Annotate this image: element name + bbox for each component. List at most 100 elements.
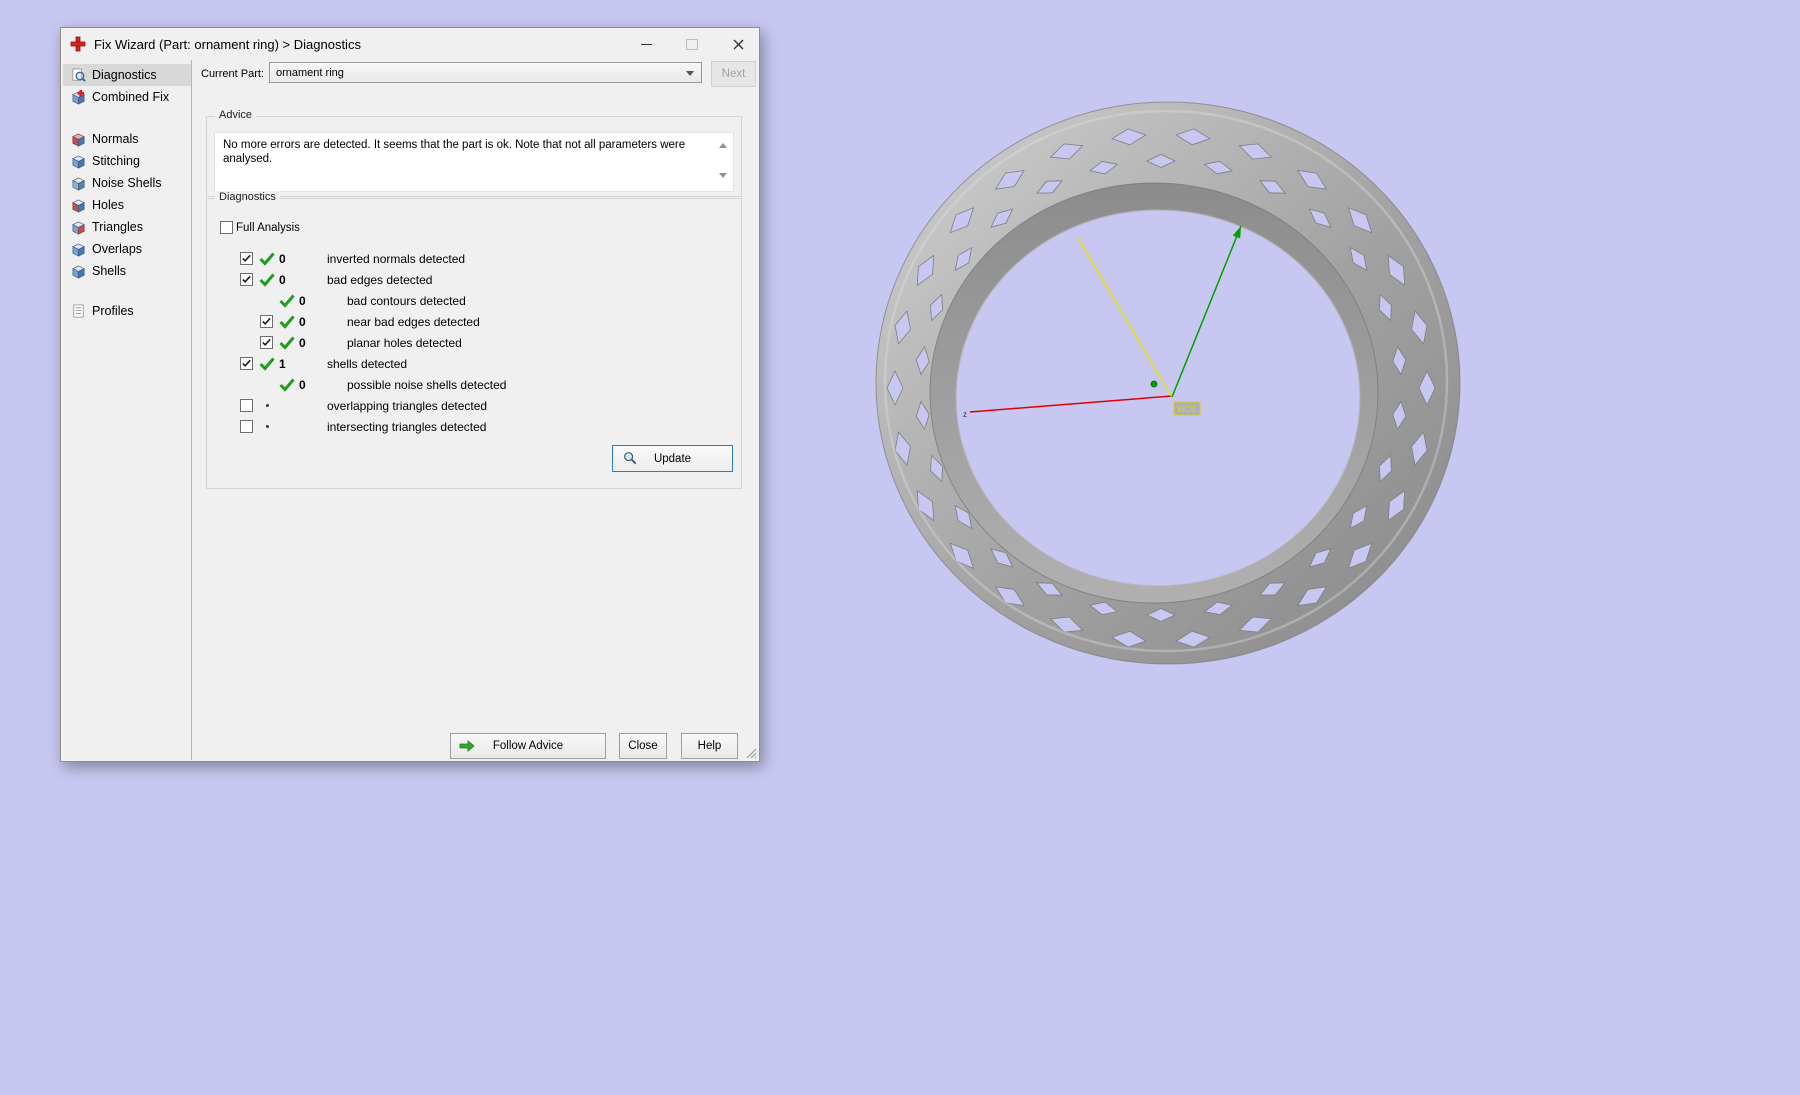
row-checkbox[interactable] bbox=[240, 273, 253, 286]
row-checkbox[interactable] bbox=[240, 357, 253, 370]
diag-row-near-bad-edges: 0 near bad edges detected bbox=[240, 311, 660, 332]
row-count: 0 bbox=[299, 293, 306, 308]
sidebar-item-triangles[interactable]: Triangles bbox=[63, 216, 191, 238]
follow-advice-button[interactable]: Follow Advice bbox=[450, 733, 606, 759]
hole-rim bbox=[955, 209, 1361, 587]
axis-y-yellow bbox=[1077, 237, 1173, 398]
cube-icon bbox=[72, 198, 85, 213]
sidebar-item-overlaps[interactable]: Overlaps bbox=[63, 238, 191, 260]
sidebar-item-diagnostics[interactable]: Diagnostics bbox=[63, 64, 191, 86]
row-label: overlapping triangles detected bbox=[327, 398, 488, 413]
sidebar-item-label: Holes bbox=[92, 198, 124, 212]
next-button[interactable]: Next bbox=[711, 61, 756, 87]
status-pending-dot-icon bbox=[259, 419, 275, 434]
checkbox-check-icon bbox=[262, 338, 271, 346]
diag-row-planar-holes: 0 planar holes detected bbox=[240, 332, 660, 353]
sidebar-item-label: Shells bbox=[92, 264, 127, 278]
status-ok-check-icon bbox=[279, 377, 295, 392]
scroll-up-icon[interactable] bbox=[719, 143, 727, 148]
sidebar: Diagnostics Combined Fix Normals Stitchi… bbox=[63, 62, 191, 759]
full-analysis-checkbox[interactable] bbox=[220, 221, 233, 234]
help-label: Help bbox=[697, 740, 722, 752]
fix-wizard-dialog: Fix Wizard (Part: ornament ring) > Diagn… bbox=[60, 27, 760, 762]
scroll-down-icon[interactable] bbox=[719, 173, 727, 178]
wcs-label: WCS bbox=[1177, 405, 1196, 414]
update-button[interactable]: Update bbox=[612, 445, 733, 472]
cube-icon bbox=[72, 220, 85, 235]
row-label: possible noise shells detected bbox=[347, 377, 507, 392]
sidebar-item-shells[interactable]: Shells bbox=[63, 260, 191, 282]
maximize-button[interactable] bbox=[677, 32, 707, 56]
row-checkbox[interactable] bbox=[260, 315, 273, 328]
sidebar-item-label: Stitching bbox=[92, 154, 140, 168]
sidebar-item-stitching[interactable]: Stitching bbox=[63, 150, 191, 172]
checkbox-placeholder bbox=[260, 294, 273, 307]
row-label: inverted normals detected bbox=[327, 251, 466, 266]
axis-z-green bbox=[1171, 225, 1242, 398]
checkbox-placeholder bbox=[260, 378, 273, 391]
sidebar-item-combined-fix[interactable]: Combined Fix bbox=[63, 86, 191, 108]
titlebar[interactable]: Fix Wizard (Part: ornament ring) > Diagn… bbox=[61, 28, 759, 60]
advice-text-area[interactable]: No more errors are detected. It seems th… bbox=[214, 132, 734, 192]
row-label: bad edges detected bbox=[327, 272, 433, 287]
diag-row-bad-edges: 0 bad edges detected bbox=[240, 269, 660, 290]
row-count: 0 bbox=[279, 251, 286, 266]
sidebar-item-noise-shells[interactable]: Noise Shells bbox=[63, 172, 191, 194]
minimize-button[interactable] bbox=[631, 32, 661, 56]
fix-wizard-icon bbox=[70, 36, 86, 52]
close-button[interactable] bbox=[723, 32, 753, 56]
resize-grip[interactable] bbox=[745, 747, 757, 759]
help-button[interactable]: Help bbox=[681, 733, 738, 759]
sidebar-item-label: Diagnostics bbox=[92, 68, 157, 82]
advice-groupbox: Advice No more errors are detected. It s… bbox=[206, 109, 742, 197]
profiles-icon bbox=[73, 304, 84, 317]
status-ok-check-icon bbox=[279, 314, 295, 329]
sidebar-item-label: Combined Fix bbox=[92, 90, 170, 104]
sidebar-item-label: Noise Shells bbox=[92, 176, 162, 190]
close-label: Close bbox=[628, 740, 658, 752]
chevron-down-icon bbox=[686, 71, 694, 76]
status-pending-dot-icon bbox=[259, 398, 275, 413]
follow-advice-label: Follow Advice bbox=[492, 740, 564, 752]
status-ok-check-icon bbox=[259, 272, 275, 287]
ring-inner-wall bbox=[930, 183, 1378, 603]
status-ok-check-icon bbox=[279, 335, 295, 350]
row-checkbox[interactable] bbox=[240, 420, 253, 433]
sidebar-item-holes[interactable]: Holes bbox=[63, 194, 191, 216]
row-label: intersecting triangles detected bbox=[327, 419, 487, 434]
row-count: 0 bbox=[299, 377, 306, 392]
diag-row-bad-contours: 0 bad contours detected bbox=[240, 290, 660, 311]
full-analysis-label: Full Analysis bbox=[236, 221, 300, 234]
current-part-dropdown[interactable]: ornament ring bbox=[269, 62, 702, 83]
diag-row-intersecting-triangles: intersecting triangles detected bbox=[240, 416, 660, 437]
desktop: z WCS Fix Wizard (Part: ornament ring) >… bbox=[0, 0, 1800, 1095]
diagnostics-rows: 0 inverted normals detected 0 bad edges … bbox=[240, 248, 660, 437]
sidebar-item-label: Overlaps bbox=[92, 242, 143, 256]
magnifier-icon bbox=[624, 452, 637, 465]
status-ok-check-icon bbox=[279, 293, 295, 308]
origin-point bbox=[1150, 380, 1158, 388]
row-label: shells detected bbox=[327, 356, 408, 371]
current-part-label: Current Part: bbox=[201, 68, 264, 80]
diag-row-inverted-normals: 0 inverted normals detected bbox=[240, 248, 660, 269]
close-icon bbox=[733, 39, 743, 49]
sidebar-item-profiles[interactable]: Profiles bbox=[63, 300, 191, 322]
cube-icon bbox=[72, 242, 85, 257]
advice-text: No more errors are detected. It seems th… bbox=[223, 139, 686, 166]
sidebar-item-label: Profiles bbox=[92, 304, 134, 318]
maximize-icon bbox=[686, 38, 698, 50]
checkbox-check-icon bbox=[242, 359, 251, 367]
axis-arrowhead bbox=[1232, 226, 1241, 239]
sidebar-item-normals[interactable]: Normals bbox=[63, 128, 191, 150]
row-checkbox[interactable] bbox=[240, 252, 253, 265]
close-dialog-button[interactable]: Close bbox=[619, 733, 667, 759]
row-count: 1 bbox=[279, 356, 286, 371]
row-label: bad contours detected bbox=[347, 293, 466, 308]
3d-viewport[interactable]: z WCS bbox=[860, 85, 1480, 695]
row-checkbox[interactable] bbox=[240, 399, 253, 412]
row-checkbox[interactable] bbox=[260, 336, 273, 349]
row-count: 0 bbox=[279, 272, 286, 287]
sidebar-divider bbox=[191, 60, 192, 760]
update-button-label: Update bbox=[653, 452, 692, 465]
row-count: 0 bbox=[299, 335, 306, 350]
